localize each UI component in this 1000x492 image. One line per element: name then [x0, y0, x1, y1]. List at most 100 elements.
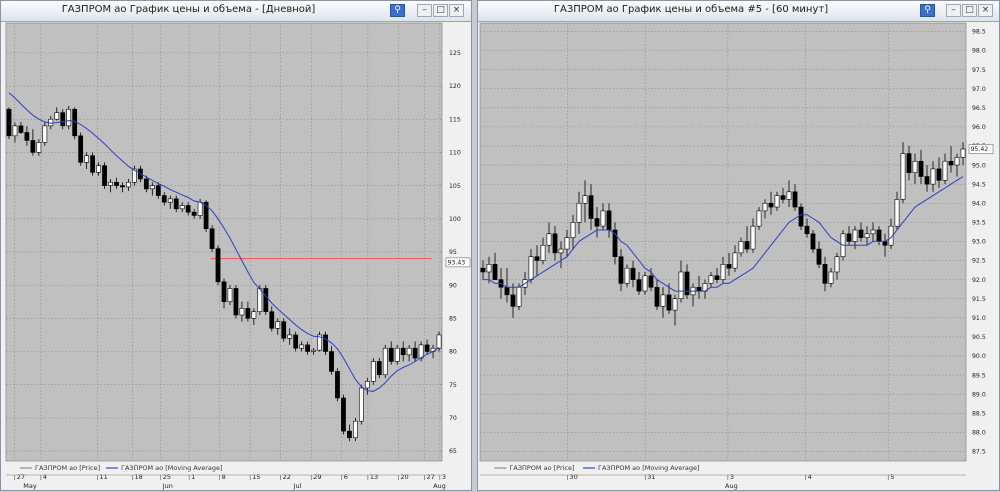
candle-body [36, 142, 42, 153]
y-tick-label: 115 [449, 116, 461, 123]
candle-body [510, 294, 516, 307]
x-tick-label: 27 [427, 473, 435, 481]
candle-body [906, 153, 912, 173]
x-tick-label: 4 [808, 473, 812, 481]
legend-label: ГАЗПРОМ ао [Price] [509, 464, 574, 472]
candle-body [114, 181, 119, 186]
candle-body [323, 334, 328, 352]
y-tick-label: 95.0 [972, 162, 986, 169]
price-chart-daily[interactable]: 1251201151101051009590858075706527 4 11 18 2… [1, 1, 473, 492]
candle-body [750, 225, 756, 250]
candle-body [732, 252, 738, 269]
candle-body [191, 211, 197, 216]
candle-body [786, 191, 792, 200]
candle-body [424, 344, 430, 352]
candle-body [582, 195, 588, 204]
candle-body [774, 195, 780, 208]
candle-body [936, 168, 942, 181]
last-price-label: 93.43 [448, 260, 466, 267]
candle-body [918, 160, 924, 177]
x-tick-label: 15 [252, 473, 260, 481]
candle-body [221, 281, 227, 303]
candle-body [954, 157, 960, 166]
price-chart-hourly[interactable]: 98.598.097.597.096.596.095.595.094.594.0… [478, 1, 1000, 492]
candle-body [870, 229, 876, 235]
candle-body [161, 195, 167, 203]
x-month-label: Aug [725, 482, 738, 490]
y-tick-label: 96.0 [972, 124, 986, 131]
candle-body [84, 155, 90, 163]
candle-body [299, 344, 305, 349]
chart-window-hourly: ГАЗПРОМ ао График цены и объема #5 - [60… [477, 0, 1000, 491]
candle-body [388, 347, 394, 362]
y-tick-label: 97.5 [972, 67, 986, 74]
candle-body [900, 153, 906, 200]
x-tick-label: 29 [313, 473, 321, 481]
x-tick-label: 3 [442, 473, 446, 481]
candle-body [233, 288, 239, 316]
candle-body [412, 347, 418, 359]
y-tick-label: 75 [449, 382, 457, 389]
candle-body [858, 229, 864, 238]
candle-body [370, 361, 376, 382]
candle-body [179, 205, 185, 210]
x-tick-label: 13 [370, 473, 378, 481]
y-tick-label: 110 [449, 150, 461, 157]
candle-body [696, 286, 702, 292]
candle-body [846, 233, 852, 242]
candle-body [624, 267, 630, 284]
x-tick-label: 11 [100, 473, 108, 481]
candle-body [504, 286, 510, 296]
y-tick-label: 95 [449, 249, 457, 256]
candle-body [666, 294, 672, 311]
y-tick-label: 90.5 [972, 334, 986, 341]
candle-body [714, 275, 720, 280]
y-tick-label: 80 [449, 349, 457, 356]
candle-body [305, 344, 311, 352]
y-tick-label: 94.0 [972, 200, 986, 207]
x-month-label: Jun [162, 482, 173, 490]
candle-body [762, 202, 768, 212]
x-tick-label: 22 [283, 473, 291, 481]
candle-body [642, 275, 648, 292]
candle-body [708, 275, 714, 284]
candle-body [269, 311, 275, 329]
candle-body [215, 248, 221, 283]
candle-body [12, 125, 18, 137]
x-tick-label: 18 [134, 473, 142, 481]
candle-body [227, 288, 233, 303]
y-tick-label: 93.0 [972, 239, 986, 246]
candle-body [406, 347, 412, 356]
y-tick-label: 100 [449, 216, 461, 223]
candle-body [588, 195, 594, 219]
candle-body [636, 279, 642, 292]
candle-body [576, 202, 582, 223]
candle-body [852, 229, 858, 242]
candle-body [792, 191, 798, 208]
y-tick-label: 87.5 [972, 449, 986, 456]
candle-body [120, 185, 125, 188]
candle-body [185, 205, 191, 213]
candle-body [606, 210, 612, 231]
candle-body [648, 275, 654, 288]
candle-body [558, 248, 564, 254]
last-price-label: 95.42 [971, 146, 989, 153]
candle-body [376, 361, 382, 376]
candle-body [54, 112, 60, 120]
y-tick-label: 91.0 [972, 315, 986, 322]
x-month-label: Jul [293, 482, 302, 490]
candle-body [834, 256, 840, 273]
candle-body [534, 256, 540, 261]
candle-body [948, 160, 954, 166]
plot-area [5, 22, 443, 462]
candle-body [90, 155, 95, 173]
candle-body [42, 125, 48, 143]
candle-body [275, 321, 281, 329]
legend-label: ГАЗПРОМ ао [Moving Average] [121, 464, 223, 472]
candle-body [66, 108, 72, 127]
y-tick-label: 93.5 [972, 220, 986, 227]
candle-body [102, 165, 107, 186]
legend-label: ГАЗПРОМ ао [Price] [35, 464, 100, 472]
candle-body [822, 264, 828, 284]
candle-body [828, 271, 834, 284]
